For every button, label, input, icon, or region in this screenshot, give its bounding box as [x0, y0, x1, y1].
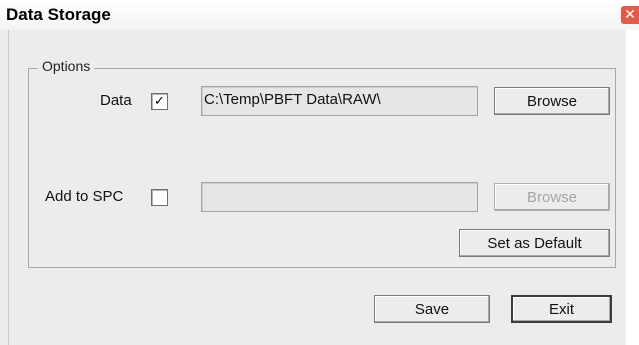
title-bar: Data Storage ✕ — [0, 0, 639, 30]
close-icon[interactable]: ✕ — [621, 6, 639, 24]
spc-label: Add to SPC — [45, 188, 124, 205]
exit-button[interactable]: Exit — [511, 295, 612, 323]
spc-checkbox[interactable] — [151, 189, 168, 206]
data-checkbox[interactable]: ✓ — [151, 93, 168, 110]
window-right-edge — [626, 30, 639, 345]
save-button[interactable]: Save — [374, 295, 490, 323]
window-title: Data Storage — [6, 5, 111, 24]
window-left-edge — [0, 30, 9, 345]
set-as-default-button[interactable]: Set as Default — [459, 229, 610, 257]
data-browse-button[interactable]: Browse — [494, 87, 610, 115]
spc-browse-button[interactable]: Browse — [494, 183, 610, 211]
data-path-field[interactable]: C:\Temp\PBFT Data\RAW\ — [201, 86, 478, 116]
data-label: Data — [100, 92, 132, 109]
spc-path-field[interactable] — [201, 182, 478, 212]
options-group-label: Options — [38, 58, 95, 74]
